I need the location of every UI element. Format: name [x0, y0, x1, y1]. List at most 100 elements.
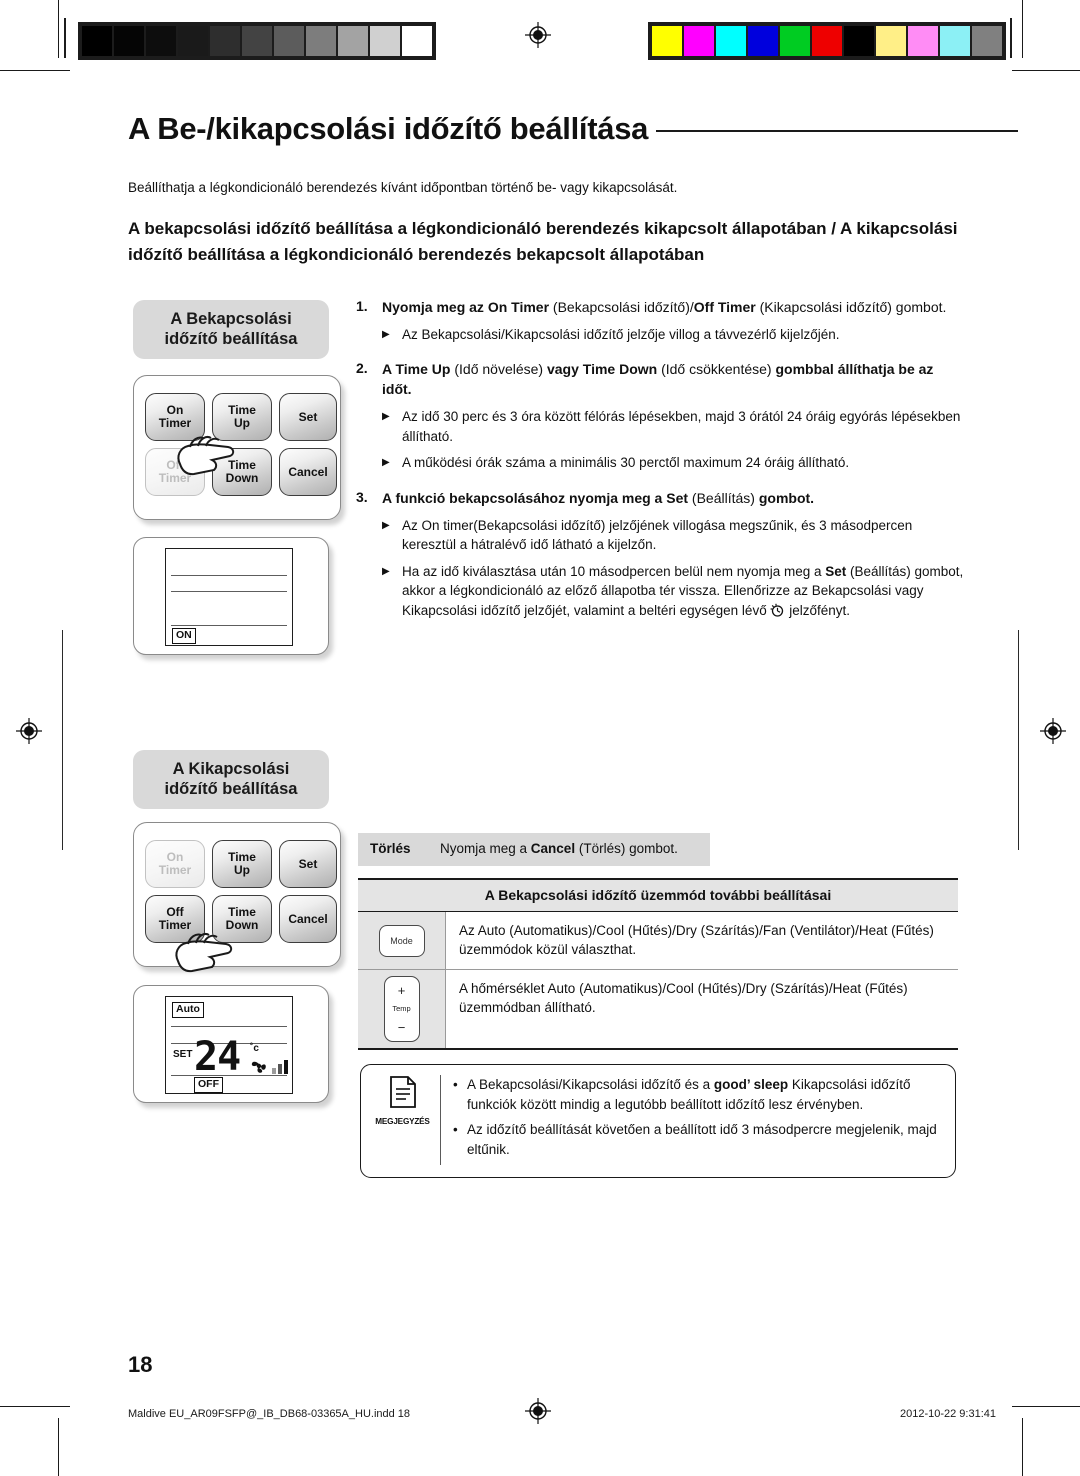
- additional-settings-table: A Bekapcsolási időzítő üzemmód további b…: [358, 878, 958, 1050]
- set-button[interactable]: Set: [279, 393, 337, 441]
- cancel-button-2[interactable]: Cancel: [279, 895, 337, 943]
- on-timer-button[interactable]: On Timer: [145, 393, 205, 441]
- temp-button-icon[interactable]: + Temp −: [383, 976, 420, 1042]
- step-text-2: A Time Up (Idő növelése) vagy Time Down …: [382, 360, 966, 400]
- time-down-button-2[interactable]: Time Down: [212, 895, 272, 943]
- time-down-button-label-1: Time: [228, 458, 256, 473]
- text-segment-1: good’ sleep: [713, 1077, 789, 1092]
- text-segment-0: A Bekapcsolási/Kikapcsolási időzítő és a: [467, 1077, 714, 1092]
- text-segment-0: Az On timer(Bekapcsolási időzítő) jelzőj…: [402, 517, 913, 553]
- text-segment-2: (Beállítás): [688, 489, 759, 506]
- crop-mark-bottom-left-v: [58, 1418, 59, 1476]
- gray-swatch-9: [370, 26, 400, 56]
- time-up-button[interactable]: Time Up: [212, 393, 272, 441]
- temp-minus-label: −: [397, 1019, 406, 1035]
- mode-button-icon[interactable]: Mode: [378, 924, 425, 957]
- text-segment-5: (Idő csökkentése): [657, 361, 776, 378]
- step-1-bullet-1: ▶ Az Bekapcsolási/Kikapcsolási időzítő je…: [382, 325, 966, 345]
- off-timer-button-2[interactable]: Off Timer: [145, 895, 205, 943]
- off-timer-button-2-label-2: Timer: [158, 918, 192, 932]
- registration-mark-top: [525, 22, 551, 48]
- step-spacer: [356, 621, 966, 637]
- temp-button-label: Temp: [392, 1004, 411, 1014]
- set-button-2[interactable]: Set: [279, 840, 337, 888]
- fan-speed-icon: [250, 1057, 290, 1080]
- off-timer-button-label-2: Timer: [158, 471, 192, 485]
- color-swatch-2: [716, 26, 746, 56]
- step-2-bullet-2: ▶ A működési órák száma a minimális 30 pe…: [382, 453, 966, 473]
- instruction-steps: 1. Nyomja meg az On Timer (Bekapcsolási i…: [356, 298, 966, 637]
- on-timer-button-label-2: Timer: [158, 416, 192, 430]
- lcd-display-off-timer: Auto SET 24 ˚c OFF: [133, 985, 329, 1103]
- note-body: • A Bekapcsolási/Kikapcsolási időzítő és …: [441, 1075, 943, 1165]
- note-caption: MEGJEGYZÉS: [375, 1117, 430, 1126]
- crop-mark-top-right-h: [1012, 70, 1080, 71]
- gray-swatch-4: [210, 26, 240, 56]
- bullet-text: Az Bekapcsolási/Kikapcsolási időzítő jel…: [402, 325, 966, 345]
- time-up-button-2-label-2: Up: [233, 863, 250, 877]
- note-document-icon: [388, 1075, 418, 1114]
- crop-mark-top-right-v: [1022, 0, 1023, 58]
- color-swatch-6: [844, 26, 874, 56]
- color-swatch-7: [876, 26, 906, 56]
- bullet-text: Ha az idő kiválasztása után 10 másodperc…: [402, 562, 966, 621]
- step-3: 3. A funkció bekapcsolásához nyomja meg a…: [356, 489, 966, 509]
- step-number-3: 3.: [356, 488, 368, 505]
- text-segment-3: gombot.: [758, 489, 815, 506]
- side-rule-right: [1018, 630, 1019, 850]
- gray-swatch-10: [402, 26, 432, 56]
- panel-title-off-timer: A Kikapcsolási időzítő beállítása: [133, 750, 329, 810]
- bullet-arrow-icon: ▶: [382, 328, 390, 340]
- cancel-button[interactable]: Cancel: [279, 448, 337, 496]
- time-up-button-label-2: Up: [233, 416, 250, 430]
- cancel-button-2-label: Cancel: [288, 911, 328, 926]
- text-segment-0: Az Bekapcsolási/Kikapcsolási időzítő jel…: [402, 326, 840, 342]
- lcd-set-label: SET: [173, 1049, 193, 1060]
- text-segment-1: Time Up: [395, 361, 451, 378]
- color-swatch-3: [748, 26, 778, 56]
- remote-button-grid-off: On Timer Time Up Set Off Timer Time Down…: [145, 840, 337, 943]
- step-number-2: 2.: [356, 360, 368, 377]
- color-calibration-bar: [648, 22, 1006, 60]
- lcd-screen-on: ON: [165, 548, 293, 646]
- panel-title-off-timer-line2: időzítő beállítása: [164, 780, 298, 799]
- gray-swatch-6: [274, 26, 304, 56]
- text-segment-1: Set: [825, 563, 847, 579]
- gray-swatch-3: [178, 26, 208, 56]
- time-down-button-2-label-2: Down: [225, 918, 259, 932]
- on-timer-button-2-label-1: On: [166, 850, 184, 865]
- bullet-text: A működési órák száma a minimális 30 per…: [402, 453, 966, 473]
- gray-swatch-2: [146, 26, 176, 56]
- on-timer-button-2[interactable]: On Timer: [145, 840, 205, 888]
- lcd-divider-4: [171, 1026, 287, 1028]
- note-box: MEGJEGYZÉS • A Bekapcsolási/Kikapcsolási …: [360, 1064, 956, 1179]
- step-3-bullet-2: ▶ Ha az idő kiválasztása után 10 másodper…: [382, 562, 966, 621]
- off-timer-button[interactable]: Off Timer: [145, 448, 205, 496]
- side-rule-left: [62, 630, 63, 850]
- panel-title-on-timer-line1: A Bekapcsolási: [170, 310, 292, 328]
- temp-plus-label: +: [397, 983, 406, 999]
- step-spacer: [356, 344, 966, 360]
- time-up-button-2[interactable]: Time Up: [212, 840, 272, 888]
- lcd-off-indicator: OFF: [194, 1077, 223, 1094]
- text-segment-0: Ha az idő kiválasztása után 10 másodperc…: [402, 563, 826, 579]
- text-segment-0: A funkció bekapcsolásához nyomja meg a: [382, 489, 667, 506]
- step-3-bullet-1: ▶ Az On timer(Bekapcsolási időzítő) jelző…: [382, 516, 966, 555]
- cancel-instruction-strip: Törlés Nyomja meg a Cancel (Törlés) gombo…: [358, 833, 710, 867]
- mode-button-label: Mode: [390, 935, 413, 946]
- step-1: 1. Nyomja meg az On Timer (Bekapcsolási i…: [356, 298, 966, 318]
- title-block: A Be-/kikapcsolási időzítő beállítása: [128, 111, 1018, 146]
- text-segment-2: (Idő növelése): [450, 361, 547, 378]
- time-down-button[interactable]: Time Down: [212, 448, 272, 496]
- mode-row-text: Az Auto (Automatikus)/Cool (Hűtés)/Dry (…: [459, 923, 934, 958]
- text-segment-4: (Kikapcsolási időzítő) gombot.: [755, 299, 947, 315]
- text-segment-4: Time Down: [582, 361, 658, 378]
- crop-mark-bottom-right-v: [1022, 1418, 1023, 1476]
- manual-page: A Be-/kikapcsolási időzítő beállítása Be…: [0, 0, 1080, 1476]
- registration-mark-left: [16, 718, 42, 744]
- settings-table-header: A Bekapcsolási időzítő üzemmód további b…: [358, 880, 958, 912]
- color-swatch-0: [652, 26, 682, 56]
- gray-swatch-0: [82, 26, 112, 56]
- time-down-button-2-label-1: Time: [228, 905, 256, 920]
- lcd-mode-auto: Auto: [172, 1002, 204, 1019]
